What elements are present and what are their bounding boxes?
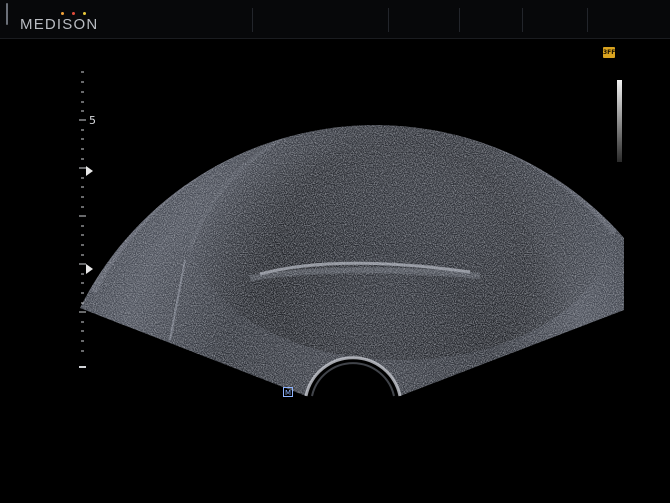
- header-divider: [522, 8, 523, 32]
- header-divider: [459, 8, 460, 32]
- ultrasound-image: [0, 40, 670, 503]
- focus-marker-icon[interactable]: [86, 264, 93, 274]
- logo-dot-orange: [61, 12, 64, 15]
- brand-name: MEDISON: [20, 16, 99, 33]
- logo-dot-red: [72, 12, 75, 15]
- header-edge-mark: [6, 3, 8, 25]
- logo-dot-yellow: [83, 12, 86, 15]
- mode-badge: 3FF: [603, 47, 616, 58]
- header-bar: MEDISON: [0, 0, 670, 39]
- header-divider: [388, 8, 389, 32]
- grayscale-bar: [617, 80, 622, 162]
- depth-label: 5: [89, 114, 96, 127]
- depth-scale: [79, 71, 86, 368]
- header-divider: [587, 8, 588, 32]
- focus-marker-icon[interactable]: [86, 166, 93, 176]
- header-divider: [252, 8, 253, 32]
- ultrasound-sector: [79, 71, 624, 397]
- probe-orientation-marker: M: [283, 387, 293, 397]
